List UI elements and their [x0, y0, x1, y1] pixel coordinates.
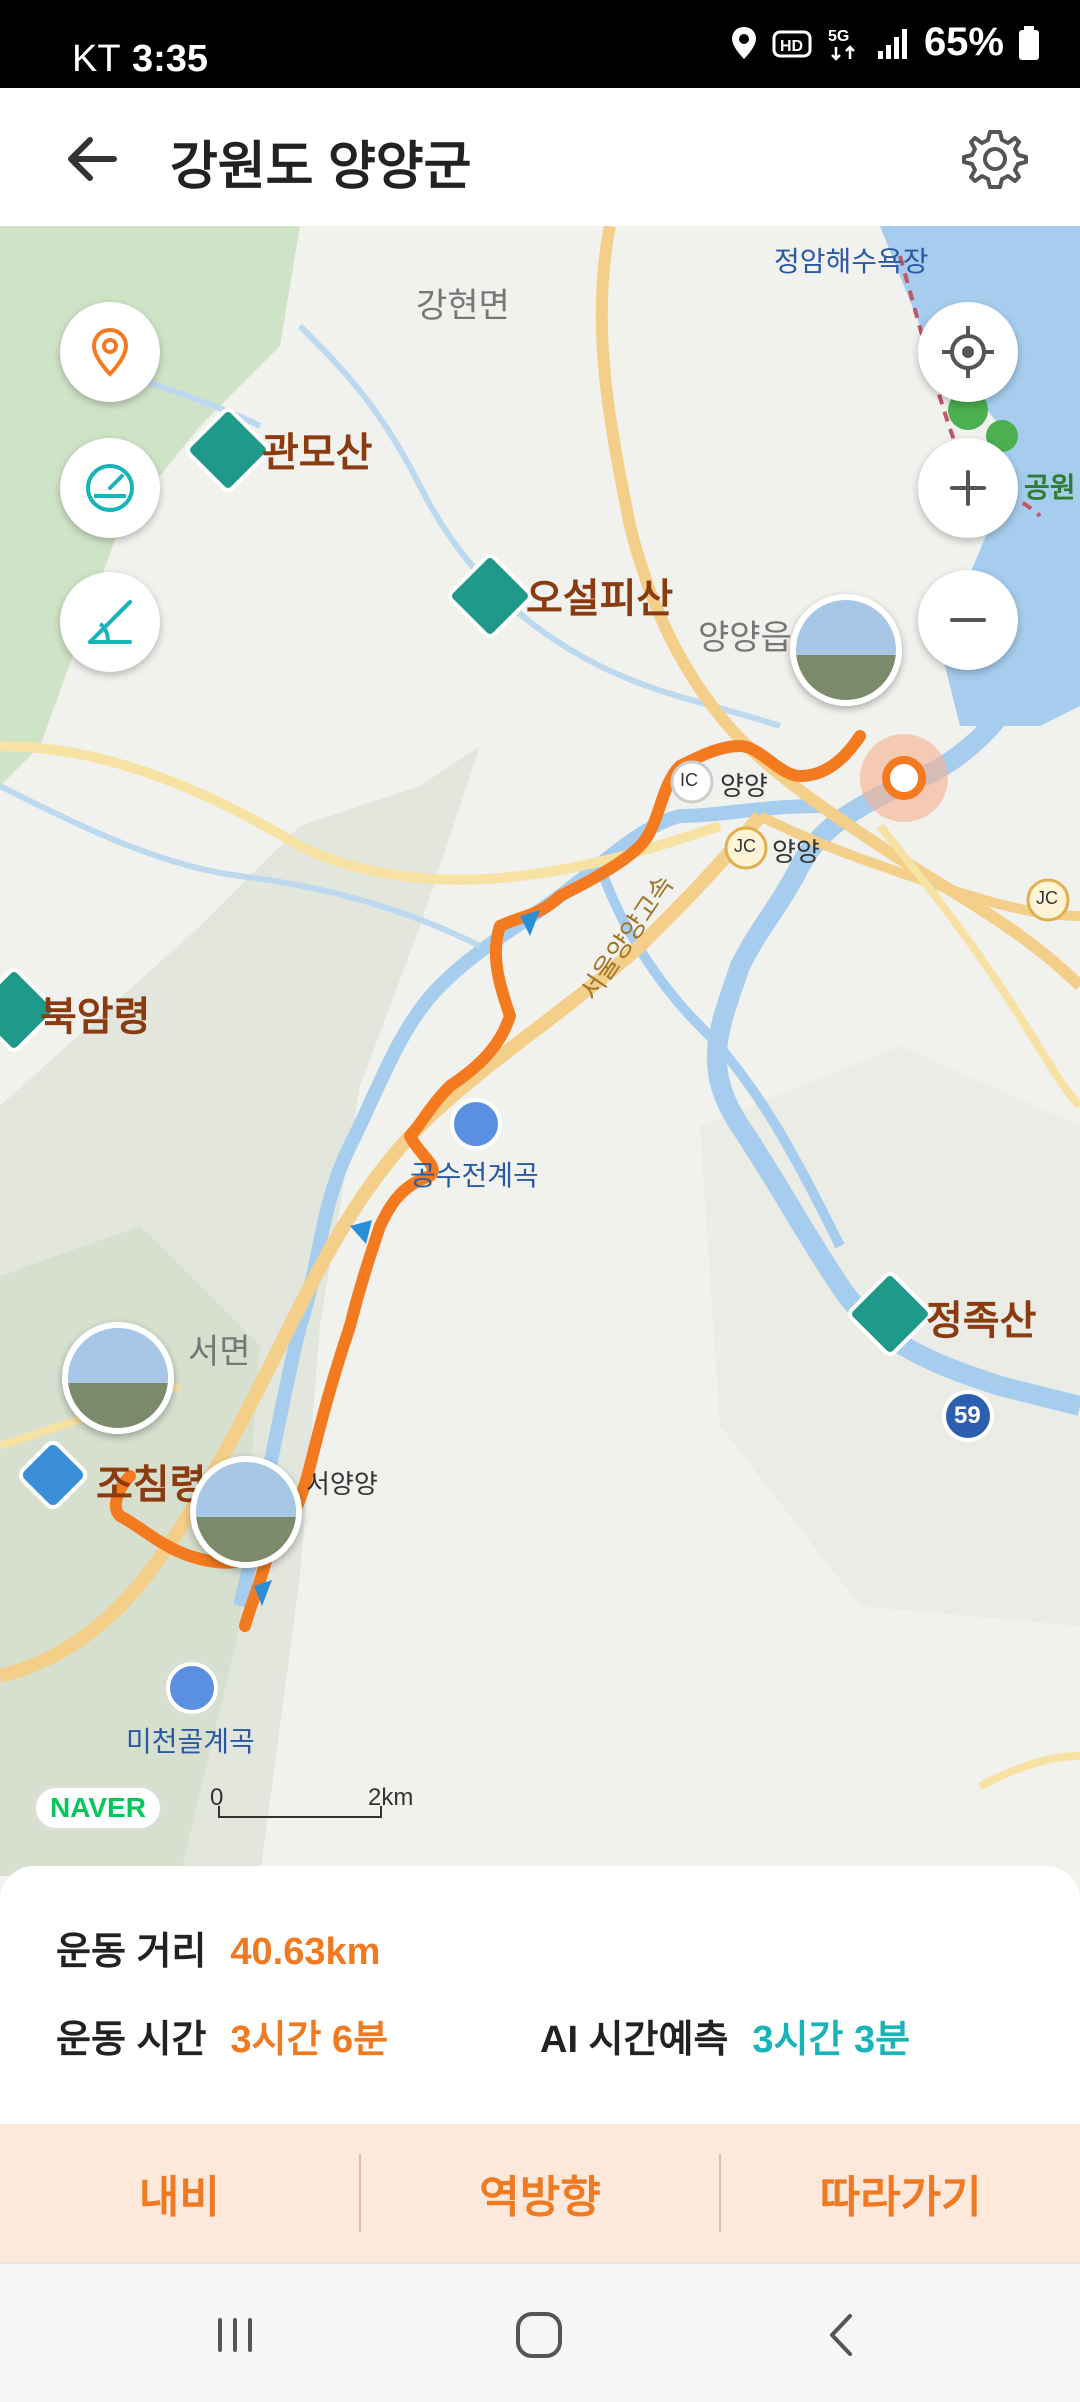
distance-value: 40.63km	[230, 1931, 381, 1973]
battery-level: 65%	[923, 20, 1004, 64]
recent-apps-button[interactable]	[200, 2300, 270, 2370]
photo-marker[interactable]	[62, 1322, 174, 1434]
settings-button[interactable]	[960, 124, 1030, 194]
navi-button[interactable]: 내비	[0, 2161, 359, 2225]
system-back-button[interactable]	[806, 2300, 876, 2370]
map-label: 북암령	[40, 995, 151, 1039]
map-label: 정족산	[926, 1299, 1037, 1343]
home-icon	[516, 2312, 562, 2358]
distance-row: 운동 거리 40.63km	[56, 1920, 380, 1975]
arrow-left-icon	[68, 137, 117, 181]
ai-value: 3시간 3분	[752, 2019, 911, 2061]
jc-badge-text: JC	[734, 836, 756, 856]
system-nav-bar	[0, 2262, 1080, 2402]
speed-toggle-button[interactable]	[60, 438, 160, 538]
app-header: 강원도 양양군	[0, 88, 1080, 228]
map-base	[0, 226, 1080, 1876]
my-location-button[interactable]	[918, 302, 1018, 402]
map-label: 양양	[772, 837, 820, 867]
stats-panel: 운동 거리 40.63km 운동 시간 3시간 6분 AI 시간예측 3시간 3분	[0, 1866, 1080, 2124]
photo-marker[interactable]	[190, 1456, 302, 1568]
page-title: 강원도 양양군	[170, 138, 472, 196]
chevron-left-icon	[830, 2314, 852, 2356]
location-icon	[731, 26, 756, 59]
zoom-out-button[interactable]	[918, 570, 1018, 670]
ai-label: AI 시간예측	[540, 2019, 729, 2061]
plus-icon	[950, 470, 986, 506]
back-button[interactable]	[60, 124, 130, 194]
svg-text:HD: HD	[780, 38, 803, 55]
poi-marker	[166, 1662, 218, 1714]
map-label: 양양읍	[698, 619, 792, 657]
map-label: 정암해수욕장	[774, 246, 929, 277]
recent-apps-icon	[218, 2318, 252, 2352]
hd-icon: HD	[772, 30, 812, 57]
ai-prediction-row: AI 시간예측 3시간 3분	[540, 2008, 910, 2063]
map-label: 관모산	[262, 431, 373, 475]
scale-bar	[218, 1806, 382, 1818]
speedometer-icon	[86, 464, 134, 512]
5g-icon: 5G	[828, 28, 855, 61]
reverse-button[interactable]: 역방향	[361, 2161, 720, 2225]
elevation-icon	[88, 600, 132, 644]
minus-icon	[950, 618, 986, 622]
map-label: 공수전계곡	[410, 1160, 539, 1191]
time-value: 3시간 6분	[230, 2019, 389, 2061]
current-location-dot	[882, 756, 926, 800]
route-59-label: 59	[954, 1402, 981, 1429]
map-label: 양양	[720, 771, 768, 801]
jc-badge-text: JC	[1036, 888, 1058, 908]
elevation-toggle-button[interactable]	[60, 572, 160, 672]
naver-logo: NAVER	[34, 1786, 162, 1830]
poi-marker	[450, 1098, 502, 1150]
map-view[interactable]: 강현면 정암해수욕장 관모산 오설피산 양양읍 양양 양양 북암령 서울양양고속…	[0, 226, 1080, 1876]
clock: 3:35	[132, 38, 209, 80]
follow-button[interactable]: 따라가기	[721, 2161, 1080, 2225]
signal-icon	[877, 28, 907, 59]
svg-text:5G: 5G	[828, 28, 849, 45]
map-label: 공원	[1024, 472, 1076, 503]
zoom-in-button[interactable]	[918, 438, 1018, 538]
map-label: 서면	[188, 1333, 251, 1371]
map-label: 서양양	[306, 1469, 378, 1499]
carrier-name: KT	[72, 38, 121, 80]
home-button[interactable]	[504, 2300, 574, 2370]
photo-marker[interactable]	[790, 594, 902, 706]
map-scale: 0 2km	[210, 1784, 420, 1818]
poi-toggle-button[interactable]	[60, 302, 160, 402]
time-row: 운동 시간 3시간 6분	[56, 2008, 388, 2063]
map-pin-icon	[91, 327, 129, 377]
time-label: 운동 시간	[56, 2019, 207, 2061]
map-label: 오설피산	[526, 577, 674, 621]
map-label: 강현면	[416, 287, 510, 325]
action-bar: 내비 역방향 따라가기	[0, 2124, 1080, 2262]
map-label: 미천골계곡	[126, 1726, 255, 1757]
gear-icon	[962, 130, 1028, 189]
status-icons: HD 5G 65%	[730, 20, 1040, 65]
crosshair-icon	[942, 326, 994, 378]
battery-icon	[1019, 25, 1039, 60]
distance-label: 운동 거리	[56, 1931, 207, 1973]
ic-badge-text: IC	[680, 770, 698, 790]
status-bar: KT 3:35 HD 5G 65%	[0, 0, 1080, 88]
map-label: 조침령	[96, 1463, 207, 1507]
